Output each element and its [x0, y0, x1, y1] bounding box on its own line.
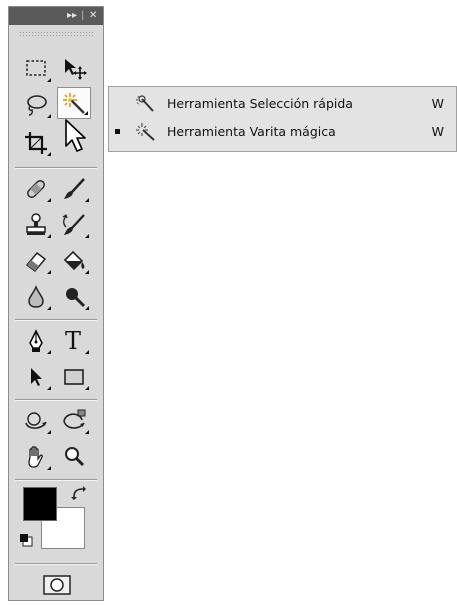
crop-icon	[25, 132, 47, 154]
menu-item-shortcut: W	[431, 96, 444, 111]
menu-item-magic-wand[interactable]: Herramienta Varita mágica W	[109, 119, 456, 145]
default-colors-icon[interactable]	[19, 533, 33, 547]
rotate-3d-tool-button[interactable]	[19, 405, 53, 437]
paint-bucket-tool-button[interactable]	[57, 245, 91, 277]
path-selection-icon	[31, 368, 42, 386]
blur-icon	[28, 285, 44, 308]
zoom-tool-button[interactable]	[57, 441, 91, 473]
dodge-icon	[66, 288, 86, 308]
clone-stamp-icon	[26, 213, 46, 235]
menu-item-quick-selection[interactable]: Herramienta Selección rápida W	[109, 91, 456, 117]
eraser-tool-button[interactable]	[19, 245, 53, 277]
healing-brush-tool-button[interactable]	[19, 173, 53, 205]
orbit-3d-tool-button[interactable]	[57, 405, 91, 437]
eraser-icon	[25, 251, 47, 273]
history-brush-tool-button[interactable]	[57, 209, 91, 241]
hand-icon	[28, 446, 43, 468]
expand-panel-icon[interactable]: ▸▸	[67, 9, 77, 23]
menu-item-label: Herramienta Varita mágica	[167, 124, 336, 139]
move-tool-button[interactable]	[57, 53, 91, 85]
move-icon	[65, 59, 87, 80]
pen-tool-button[interactable]	[19, 325, 53, 357]
type-icon: T	[65, 327, 82, 355]
blur-tool-button[interactable]	[19, 281, 53, 313]
quick-selection-icon	[136, 95, 154, 112]
swap-colors-icon[interactable]	[71, 485, 87, 501]
history-brush-icon	[62, 214, 85, 235]
hand-tool-button[interactable]	[19, 441, 53, 473]
close-panel-icon[interactable]: ✕	[89, 9, 97, 23]
crop-tool-button[interactable]	[19, 127, 53, 159]
pen-icon	[29, 329, 43, 352]
zoom-icon	[65, 447, 85, 467]
lasso-icon	[27, 95, 47, 116]
mouse-cursor-icon	[65, 119, 86, 152]
selected-indicator	[115, 129, 120, 134]
shape-tool-button[interactable]	[57, 361, 91, 393]
type-tool-button[interactable]: T	[57, 325, 91, 357]
tools-panel: ▸▸ | ✕ T	[8, 6, 104, 601]
quick-mask-icon[interactable]	[42, 573, 74, 597]
magic-wand-tool-button[interactable]	[57, 87, 91, 119]
menu-item-label: Herramienta Selección rápida	[167, 96, 353, 111]
marquee-tool-button[interactable]	[19, 53, 53, 85]
marquee-icon	[26, 60, 46, 76]
panel-grip[interactable]	[19, 31, 93, 37]
clone-stamp-tool-button[interactable]	[19, 209, 53, 241]
rectangle-shape-icon	[64, 369, 84, 385]
panel-titlebar: ▸▸ | ✕	[9, 7, 103, 25]
brush-tool-button[interactable]	[57, 173, 91, 205]
magic-wand-icon	[136, 123, 155, 141]
lasso-tool-button[interactable]	[19, 89, 53, 121]
menu-item-shortcut: W	[431, 124, 444, 139]
tool-flyout-menu: Herramienta Selección rápida W Herramien…	[108, 86, 457, 152]
paint-bucket-icon	[63, 250, 85, 271]
dodge-tool-button[interactable]	[57, 281, 91, 313]
healing-brush-icon	[27, 180, 45, 198]
brush-icon	[64, 178, 85, 199]
path-selection-tool-button[interactable]	[19, 361, 53, 393]
foreground-color-swatch[interactable]	[23, 487, 57, 521]
